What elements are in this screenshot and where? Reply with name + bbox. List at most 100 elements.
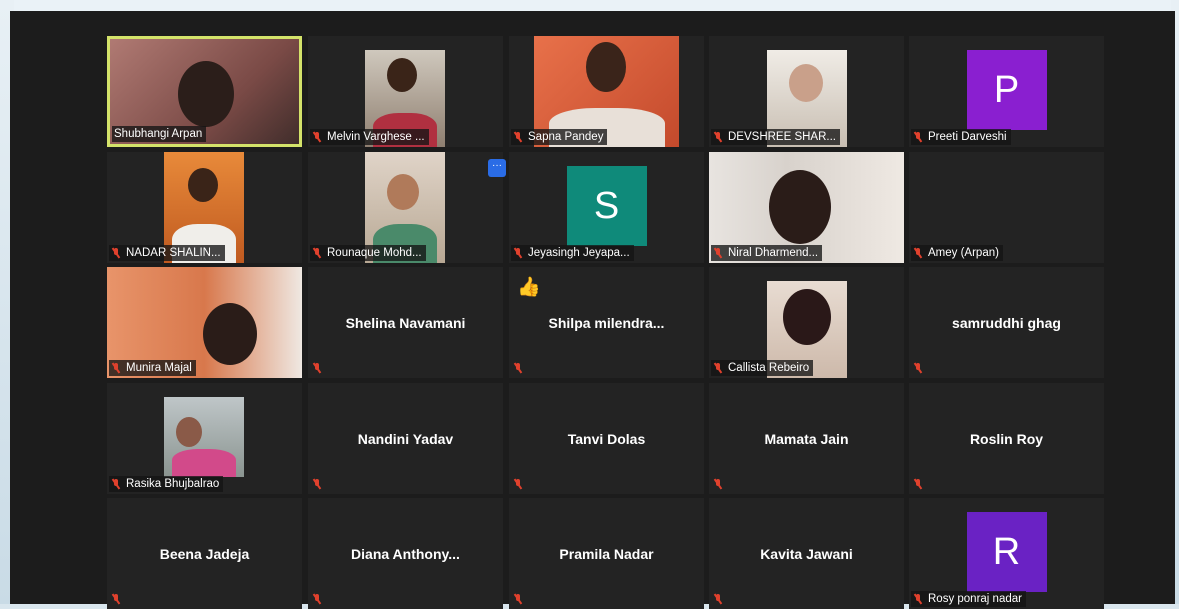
participant-label [310, 591, 331, 607]
participant-display-name: Amey (Arpan) [928, 247, 999, 259]
participant-name: Pramila Nadar [559, 545, 654, 562]
mic-muted-icon [513, 131, 523, 143]
participant-label [711, 591, 732, 607]
participant-label: Amey (Arpan) [911, 245, 1003, 261]
participant-label: Jeyasingh Jeyapa... [511, 245, 634, 261]
mic-muted-icon [913, 247, 923, 259]
mic-muted-icon [913, 593, 923, 605]
participant-label: NADAR SHALIN... [109, 245, 225, 261]
mic-muted-icon [513, 247, 523, 259]
mic-muted-icon [312, 131, 322, 143]
mic-muted-icon [913, 362, 923, 374]
participant-display-name: Shubhangi Arpan [114, 128, 203, 140]
participant-name: Mamata Jain [764, 430, 849, 447]
mic-muted-icon [713, 362, 723, 374]
mic-muted-icon [312, 593, 322, 605]
mic-muted-icon [713, 247, 723, 259]
participant-display-name: Callista Rebeiro [728, 362, 810, 374]
participant-tile[interactable]: Rasika Bhujbalrao [107, 383, 302, 494]
participant-label [511, 360, 532, 376]
participant-label: Sapna Pandey [511, 129, 608, 145]
participant-name: Shilpa milendra... [548, 314, 665, 331]
participant-video [164, 397, 244, 477]
participant-name: Beena Jadeja [159, 545, 250, 562]
participant-name: Roslin Roy [969, 430, 1044, 447]
participant-tile[interactable]: Sapna Pandey [509, 36, 704, 147]
participant-tile[interactable]: Munira Majal [107, 267, 302, 378]
participant-label: DEVSHREE SHAR... [711, 129, 840, 145]
participant-tile[interactable]: Nandini Yadav [308, 383, 503, 494]
participant-tile[interactable]: Melvin Varghese ... [308, 36, 503, 147]
participant-tile[interactable]: Niral Dharmend... [709, 152, 904, 263]
thumbs-up-icon: 👍 [517, 277, 541, 298]
participant-display-name: NADAR SHALIN... [126, 247, 221, 259]
participant-tile[interactable]: Diana Anthony... [308, 498, 503, 609]
participant-display-name: Munira Majal [126, 362, 192, 374]
participant-name: Kavita Jawani [760, 545, 853, 562]
participant-tile[interactable]: S Jeyasingh Jeyapa... [509, 152, 704, 263]
participant-tile[interactable]: Callista Rebeiro [709, 267, 904, 378]
mic-muted-icon [513, 593, 523, 605]
participant-label: Callista Rebeiro [711, 360, 814, 376]
participant-display-name: Melvin Varghese ... [327, 131, 425, 143]
participant-label: Preeti Darveshi [911, 129, 1011, 145]
participant-tile[interactable]: R Rosy ponraj nadar [909, 498, 1104, 609]
participant-name: samruddhi ghag [952, 314, 1061, 331]
participant-tile[interactable]: Kavita Jawani [709, 498, 904, 609]
mic-muted-icon [513, 362, 523, 374]
participant-label [310, 476, 331, 492]
window-top-edge [0, 0, 1179, 11]
participant-name: Tanvi Dolas [567, 430, 646, 447]
participant-tile[interactable]: samruddhi ghag [909, 267, 1104, 378]
participant-display-name: Rasika Bhujbalrao [126, 478, 220, 490]
participant-tile[interactable]: Beena Jadeja [107, 498, 302, 609]
participant-display-name: Niral Dharmend... [728, 247, 819, 259]
participant-label: Shubhangi Arpan [112, 126, 207, 142]
participant-display-name: Jeyasingh Jeyapa... [528, 247, 630, 259]
participant-label [711, 476, 732, 492]
participant-tile[interactable]: Roslin Roy [909, 383, 1104, 494]
participant-tile[interactable]: Mamata Jain [709, 383, 904, 494]
participant-display-name: Sapna Pandey [528, 131, 604, 143]
participant-tile[interactable]: NADAR SHALIN... [107, 152, 302, 263]
participant-tile[interactable]: Pramila Nadar [509, 498, 704, 609]
participant-label [911, 476, 932, 492]
mic-muted-icon [111, 362, 121, 374]
participant-name: Shelina Navamani [345, 314, 466, 331]
participant-label [511, 591, 532, 607]
mic-muted-icon [312, 362, 322, 374]
mic-muted-icon [713, 593, 723, 605]
participant-label: Munira Majal [109, 360, 196, 376]
participant-label: Niral Dharmend... [711, 245, 823, 261]
mic-muted-icon [913, 478, 923, 490]
participant-label: Rosy ponraj nadar [911, 591, 1026, 607]
participant-avatar: S [566, 166, 647, 246]
participant-display-name: DEVSHREE SHAR... [728, 131, 836, 143]
mic-muted-icon [713, 478, 723, 490]
participant-label: Melvin Varghese ... [310, 129, 429, 145]
participant-tile[interactable]: P Preeti Darveshi [909, 36, 1104, 147]
mic-muted-icon [111, 247, 121, 259]
participant-tile[interactable]: Rounaque Mohd... [308, 152, 503, 263]
participant-avatar: P [966, 50, 1047, 130]
participant-tile[interactable]: Tanvi Dolas [509, 383, 704, 494]
mic-muted-icon [713, 131, 723, 143]
participant-tile[interactable]: Shilpa milendra... 👍 [509, 267, 704, 378]
participant-tile[interactable]: Shelina Navamani [308, 267, 503, 378]
participant-label [109, 591, 130, 607]
participant-tile[interactable]: Amey (Arpan) [909, 152, 1104, 263]
mic-muted-icon [111, 478, 121, 490]
participant-label [310, 360, 331, 376]
gallery-view: Shubhangi Arpan Melvin Varghese ... Sapna … [10, 11, 1175, 609]
participant-tile[interactable]: Shubhangi Arpan [107, 36, 302, 147]
more-options-icon[interactable]: ··· [488, 159, 506, 177]
participant-display-name: Rosy ponraj nadar [928, 593, 1022, 605]
mic-muted-icon [513, 478, 523, 490]
participant-label [911, 360, 932, 376]
mic-muted-icon [913, 131, 923, 143]
participant-display-name: Rounaque Mohd... [327, 247, 422, 259]
mic-muted-icon [111, 593, 121, 605]
participant-grid: Shubhangi Arpan Melvin Varghese ... Sapna … [10, 11, 1175, 609]
participant-name: Nandini Yadav [357, 430, 454, 447]
participant-tile[interactable]: DEVSHREE SHAR... [709, 36, 904, 147]
